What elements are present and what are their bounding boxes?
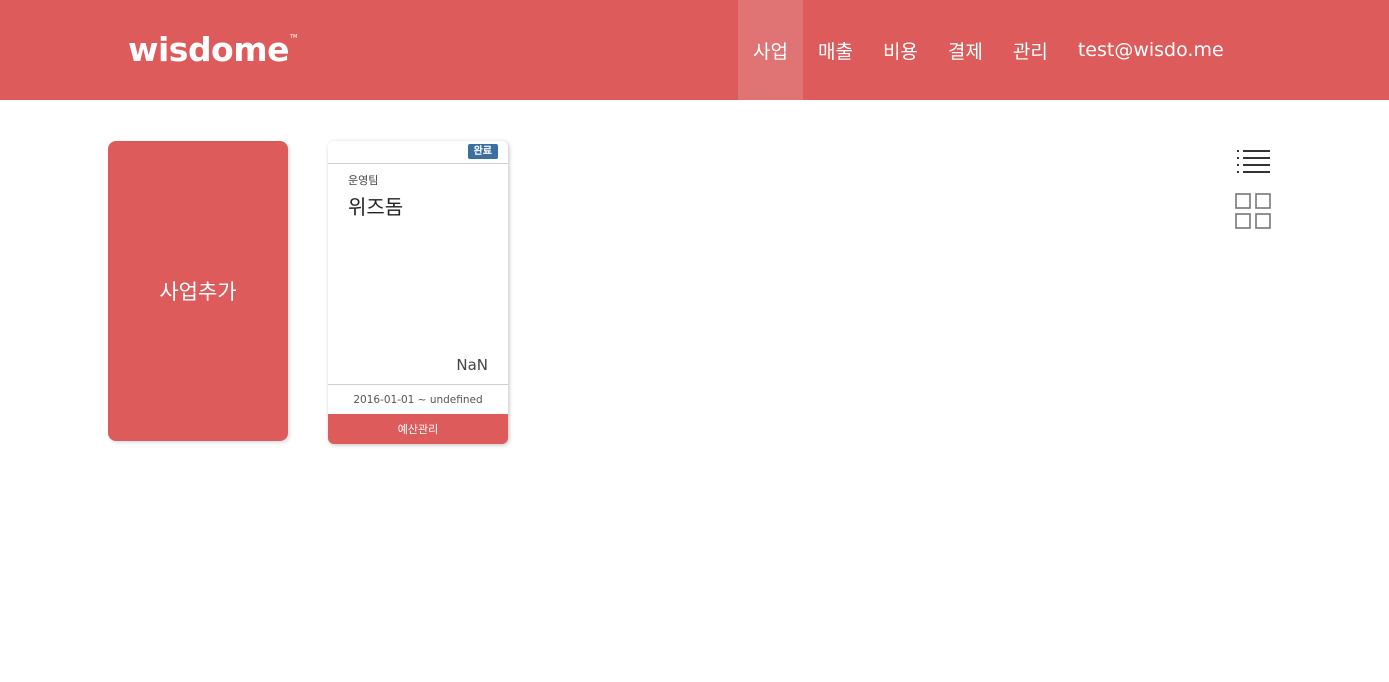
project-card[interactable]: 완료 운영팀 위즈돔 NaN 2016-01-01 ~ undefined 예산… <box>328 141 508 444</box>
svg-text:wisdome: wisdome <box>128 30 289 69</box>
main-nav: 사업 매출 비용 결제 관리 test@wisdo.me <box>738 0 1239 100</box>
nav-item-sales[interactable]: 매출 <box>803 0 868 100</box>
nav-item-expense[interactable]: 비용 <box>868 0 933 100</box>
status-badge: 완료 <box>467 144 498 159</box>
grid-view-icon[interactable] <box>1235 193 1272 230</box>
project-team: 운영팀 <box>348 174 379 187</box>
top-header: wisdome TM 사업 매출 비용 결제 관리 test@wisdo.me <box>0 0 1389 100</box>
nav-item-business[interactable]: 사업 <box>738 0 803 100</box>
project-period: 2016-01-01 ~ undefined <box>328 384 508 414</box>
project-amount: NaN <box>456 356 488 374</box>
user-email-link[interactable]: test@wisdo.me <box>1063 0 1239 100</box>
wisdome-logo[interactable]: wisdome TM <box>126 22 306 72</box>
svg-text:TM: TM <box>289 34 297 40</box>
project-name: 위즈돔 <box>348 195 404 219</box>
list-view-icon[interactable] <box>1235 148 1271 176</box>
budget-manage-button[interactable]: 예산관리 <box>328 414 508 444</box>
nav-item-payment[interactable]: 결제 <box>933 0 998 100</box>
add-business-button[interactable]: 사업추가 <box>108 141 288 441</box>
nav-item-admin[interactable]: 관리 <box>998 0 1063 100</box>
card-top-bar: 완료 <box>328 141 508 164</box>
add-business-label: 사업추가 <box>159 280 237 304</box>
